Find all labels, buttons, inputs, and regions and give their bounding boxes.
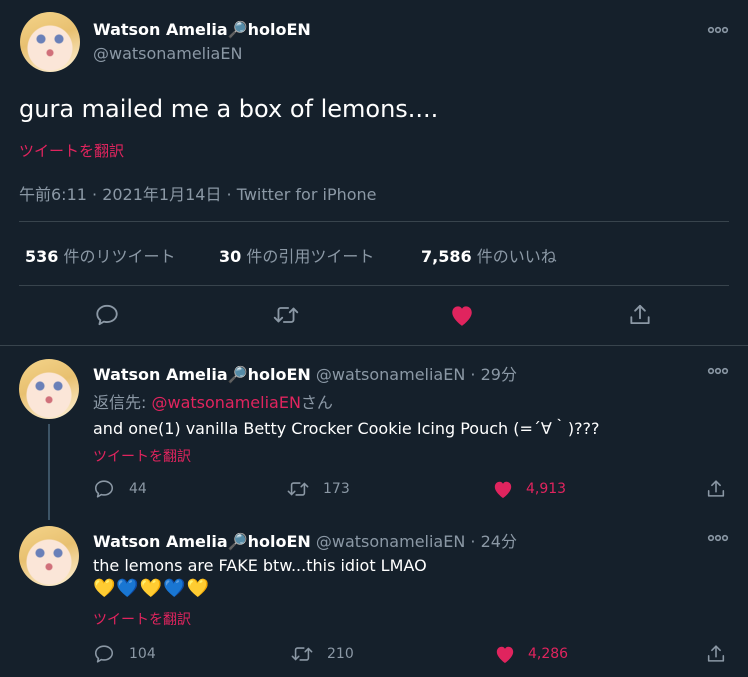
author-handle[interactable]: @watsonameliaEN: [316, 365, 465, 384]
retweet-button[interactable]: 210: [290, 643, 354, 665]
author-name[interactable]: Watson Amelia🔎holoEN: [93, 20, 311, 39]
retweet-icon: [287, 482, 309, 496]
reply-count: 104: [129, 646, 156, 662]
share-icon[interactable]: [627, 302, 653, 328]
tweet-text: and one(1) vanilla Betty Crocker Cookie …: [93, 419, 600, 438]
author-name[interactable]: Watson Amelia🔎holoEN: [93, 365, 311, 384]
time[interactable]: · 24分: [470, 532, 517, 551]
translate-link[interactable]: ツイートを翻訳: [93, 609, 191, 629]
divider: [0, 345, 748, 346]
reply-button[interactable]: 104: [93, 643, 156, 665]
reply-count: 44: [129, 481, 147, 497]
time[interactable]: · 29分: [470, 365, 517, 384]
tweet-text: gura mailed me a box of lemons....: [19, 95, 439, 123]
reply-icon[interactable]: [94, 302, 120, 328]
reply-to: 返信先: @watsonameliaENさん: [93, 389, 333, 413]
thread-line: [48, 424, 50, 520]
like-count: 4,286: [528, 646, 569, 662]
more-icon[interactable]: [706, 526, 730, 550]
likes-count: 7,586: [421, 247, 472, 266]
more-icon[interactable]: [706, 18, 730, 42]
reply-icon: [94, 645, 114, 663]
retweets-stat[interactable]: 536 件のリツイート: [25, 243, 176, 267]
share-icon[interactable]: [705, 643, 727, 665]
likes-label: 件のいいね: [476, 247, 557, 266]
like-button[interactable]: 4,913: [492, 479, 566, 499]
avatar[interactable]: [19, 526, 79, 586]
author-handle[interactable]: @watsonameliaEN: [93, 44, 242, 63]
divider: [19, 285, 729, 286]
reply-to-suffix: さん: [300, 393, 333, 412]
timestamp[interactable]: 午前6:11 · 2021年1月14日 · Twitter for iPhone: [19, 181, 377, 205]
quotes-stat[interactable]: 30 件の引用ツイート: [219, 243, 374, 267]
more-icon[interactable]: [706, 359, 730, 383]
translate-link[interactable]: ツイートを翻訳: [93, 446, 191, 466]
retweet-icon[interactable]: [272, 302, 300, 328]
emoji-line: 💛💙💛💙💛: [93, 578, 211, 599]
avatar[interactable]: [20, 12, 80, 72]
like-count: 4,913: [526, 481, 567, 497]
share-icon[interactable]: [705, 478, 727, 500]
author-handle[interactable]: @watsonameliaEN: [316, 532, 465, 551]
retweet-icon: [291, 647, 313, 661]
divider: [19, 221, 729, 222]
tweet-text: the lemons are FAKE btw...this idiot LMA…: [93, 556, 427, 575]
avatar[interactable]: [19, 359, 79, 419]
quotes-count: 30: [219, 247, 242, 266]
retweet-count: 210: [327, 646, 354, 662]
reply-icon: [94, 480, 114, 498]
likes-stat[interactable]: 7,586 件のいいね: [421, 243, 557, 267]
quotes-label: 件の引用ツイート: [246, 247, 375, 266]
reply-header: Watson Amelia🔎holoEN @watsonameliaEN · 2…: [93, 361, 517, 385]
heart-icon[interactable]: [449, 303, 475, 327]
translate-link[interactable]: ツイートを翻訳: [19, 140, 124, 161]
reply-to-prefix: 返信先:: [93, 393, 152, 412]
retweet-button[interactable]: 173: [286, 478, 350, 500]
like-button[interactable]: 4,286: [494, 644, 568, 664]
heart-icon: [496, 646, 514, 664]
retweets-label: 件のリツイート: [63, 247, 176, 266]
reply-to-handle[interactable]: @watsonameliaEN: [151, 393, 300, 412]
reply-header: Watson Amelia🔎holoEN @watsonameliaEN · 2…: [93, 528, 517, 552]
reply-button[interactable]: 44: [93, 478, 147, 500]
heart-icon: [494, 481, 512, 499]
author-name[interactable]: Watson Amelia🔎holoEN: [93, 532, 311, 551]
retweet-count: 173: [323, 481, 350, 497]
retweets-count: 536: [25, 247, 59, 266]
